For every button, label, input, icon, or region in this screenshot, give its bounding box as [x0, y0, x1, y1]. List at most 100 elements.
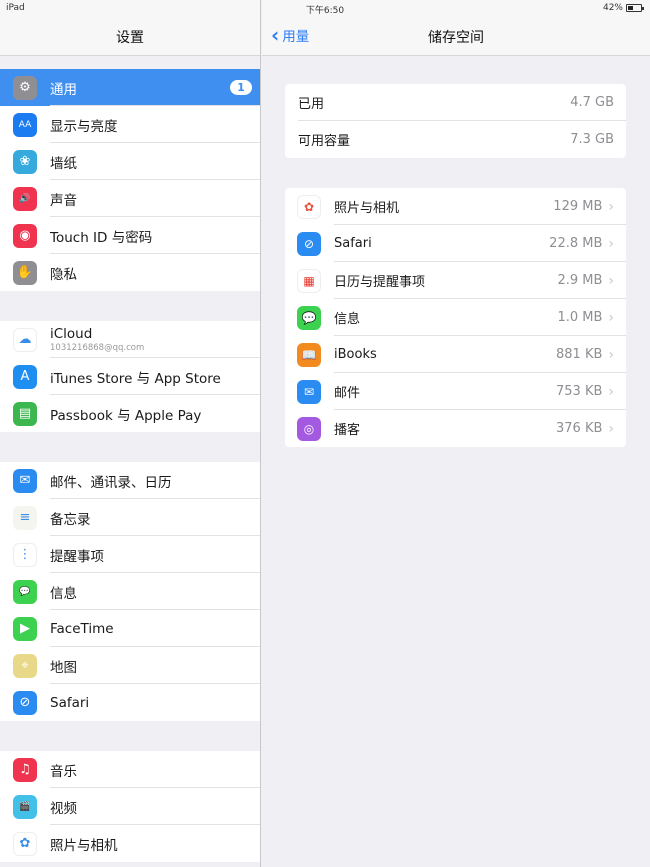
sidebar-item[interactable]: ⊘ Safari: [0, 684, 260, 721]
wallpaper-flower-icon: ❀: [13, 149, 37, 174]
sidebar-item-label: Passbook 与 Apple Pay: [50, 407, 202, 424]
speaker-icon: 🔊: [13, 186, 37, 211]
sidebar-item-text: 邮件、通讯录、日历: [50, 471, 172, 491]
battery-percent: 42%: [602, 3, 623, 13]
sidebar-item-text: FaceTime: [50, 621, 114, 637]
app-storage-row[interactable]: ✉ 邮件 753 KB ›: [285, 373, 626, 410]
chevron-right-icon: ›: [608, 420, 614, 437]
app-name: 日历与提醒事项: [334, 275, 426, 290]
sidebar-item-text: 显示与亮度: [50, 115, 118, 135]
summary-row-used: 已用 4.7 GB: [285, 84, 626, 121]
sidebar-item-label: 墙纸: [50, 155, 77, 172]
sidebar-item-text: Touch ID 与密码: [50, 226, 152, 246]
sidebar-item-text: 视频: [50, 797, 77, 817]
sidebar-item-text: 通用: [50, 78, 77, 98]
page-title: 储存空间: [428, 30, 484, 46]
notes-icon: ≡: [13, 505, 37, 530]
sidebar-item-text: Passbook 与 Apple Pay: [50, 404, 201, 424]
battery-indicator: 42%: [602, 3, 644, 13]
app-storage-row[interactable]: ✿ 照片与相机 129 MB ›: [285, 188, 626, 225]
storage-detail-pane: ‹ 用量 储存空间 已用 4.7 GB 可用容量 7.3 GB ✿ 照片与相机 12…: [262, 0, 650, 867]
chevron-right-icon: ›: [608, 383, 614, 400]
summary-label: 已用: [298, 97, 325, 112]
sidebar-item-text: 信息: [50, 582, 77, 602]
ibooks-icon: 📖: [297, 342, 321, 367]
app-name: 播客: [334, 423, 361, 438]
notification-badge: 1: [230, 80, 252, 95]
app-storage-list: ✿ 照片与相机 129 MB › ⊘ Safari 22.8 MB › ▦ 日历与提醒事项 2.9 …: [285, 188, 626, 447]
facetime-icon: ▶: [13, 616, 37, 641]
sidebar-item-text: 提醒事项: [50, 545, 104, 565]
passbook-icon: ▤: [13, 401, 37, 426]
sidebar-item-label: 视频: [50, 800, 77, 817]
sidebar-item-label: 备忘录: [50, 511, 91, 528]
sidebar-title: 设置: [116, 30, 144, 46]
storage-summary-card: 已用 4.7 GB 可用容量 7.3 GB: [285, 84, 626, 158]
sidebar-item-label: 照片与相机: [50, 837, 118, 854]
safari-icon: ⊘: [297, 231, 321, 256]
videos-icon: 🎬: [13, 794, 37, 819]
podcasts-icon: ◎: [297, 416, 321, 441]
chevron-right-icon: ›: [608, 198, 614, 215]
battery-fill: [628, 6, 634, 10]
sidebar-item[interactable]: 💬 信息: [0, 573, 260, 610]
sidebar-item[interactable]: ✉ 邮件、通讯录、日历: [0, 462, 260, 499]
sidebar-item-label: iTunes Store 与 App Store: [50, 370, 221, 387]
music-icon: ♫: [13, 757, 37, 782]
sidebar-item-sublabel: 1031216868@qq.com: [50, 343, 145, 353]
group-spacer: [0, 56, 260, 69]
app-storage-size: 376 KB: [556, 421, 603, 436]
app-store-icon: A: [13, 364, 37, 389]
app-storage-row[interactable]: ◎ 播客 376 KB ›: [285, 410, 626, 447]
sidebar-item[interactable]: ⌖ 地图: [0, 647, 260, 684]
summary-value: 4.7 GB: [570, 95, 614, 110]
app-storage-row[interactable]: ▦ 日历与提醒事项 2.9 MB ›: [285, 262, 626, 299]
sidebar-item-text: 照片与相机: [50, 834, 118, 854]
battery-icon: [626, 4, 644, 12]
sidebar-item-text: 备忘录: [50, 508, 91, 528]
sidebar-item[interactable]: ▶ FaceTime: [0, 610, 260, 647]
sidebar-groups: ⚙ 通用 1 AA 显示与亮度 ❀ 墙纸 🔊 声音 ◉ Touch ID 与密码 ✋ 隐私 ☁ iCloud…: [0, 69, 260, 862]
sidebar-item[interactable]: ◉ Touch ID 与密码: [0, 217, 260, 254]
sidebar-item[interactable]: 🎬 视频: [0, 788, 260, 825]
chevron-right-icon: ›: [608, 346, 614, 363]
sidebar-item[interactable]: AiTunes Store 与 App Store: [0, 358, 260, 395]
messages-icon: 💬: [297, 305, 321, 330]
chevron-right-icon: ›: [608, 272, 614, 289]
sidebar-item-text: iTunes Store 与 App Store: [50, 367, 221, 387]
hand-icon: ✋: [13, 260, 37, 285]
gear-icon: ⚙: [13, 75, 37, 100]
sidebar-item-label: 通用: [50, 81, 77, 98]
maps-icon: ⌖: [13, 653, 37, 678]
app-storage-row[interactable]: ⊘ Safari 22.8 MB ›: [285, 225, 626, 262]
app-storage-row[interactable]: 📖 iBooks 881 KB ›: [285, 336, 626, 373]
sidebar-item[interactable]: 🔊 声音: [0, 180, 260, 217]
sidebar-item-label: iCloud: [50, 326, 93, 342]
sidebar-item[interactable]: ✋ 隐私: [0, 254, 260, 291]
photos-icon: ✿: [13, 831, 37, 856]
app-name: 信息: [334, 312, 361, 327]
sidebar-item-text: 墙纸: [50, 152, 77, 172]
app-storage-size: 2.9 MB: [557, 273, 603, 288]
sidebar-item[interactable]: ✿ 照片与相机: [0, 825, 260, 862]
sidebar-item-label: Touch ID 与密码: [50, 229, 153, 246]
sidebar-item-label: 显示与亮度: [50, 118, 118, 135]
settings-group: ⚙ 通用 1 AA 显示与亮度 ❀ 墙纸 🔊 声音 ◉ Touch ID 与密码 ✋ 隐私: [0, 69, 260, 291]
settings-sidebar: 设置 ⚙ 通用 1 AA 显示与亮度 ❀ 墙纸 🔊 声音 ◉ Touch ID 与密码 ✋ 隐私 ☁ iCl…: [0, 0, 261, 867]
sidebar-item[interactable]: ≡ 备忘录: [0, 499, 260, 536]
icloud-icon: ☁: [13, 327, 37, 352]
sidebar-item-text: iCloud 1031216868@qq.com: [50, 326, 144, 353]
sidebar-item[interactable]: ♫ 音乐: [0, 751, 260, 788]
sidebar-item[interactable]: ▤ Passbook 与 Apple Pay: [0, 395, 260, 432]
sidebar-item[interactable]: AA 显示与亮度: [0, 106, 260, 143]
app-storage-row[interactable]: 💬 信息 1.0 MB ›: [285, 299, 626, 336]
sidebar-item[interactable]: ⋮ 提醒事项: [0, 536, 260, 573]
sidebar-item[interactable]: ❀ 墙纸: [0, 143, 260, 180]
display-brightness-icon: AA: [13, 112, 37, 137]
app-storage-size: 753 KB: [556, 384, 603, 399]
sidebar-item[interactable]: ☁ iCloud 1031216868@qq.com: [0, 321, 260, 358]
sidebar-item[interactable]: ⚙ 通用 1: [0, 69, 260, 106]
reminders-icon: ⋮: [13, 542, 37, 567]
app-storage-size: 129 MB: [553, 199, 603, 214]
group-spacer: [0, 721, 260, 751]
